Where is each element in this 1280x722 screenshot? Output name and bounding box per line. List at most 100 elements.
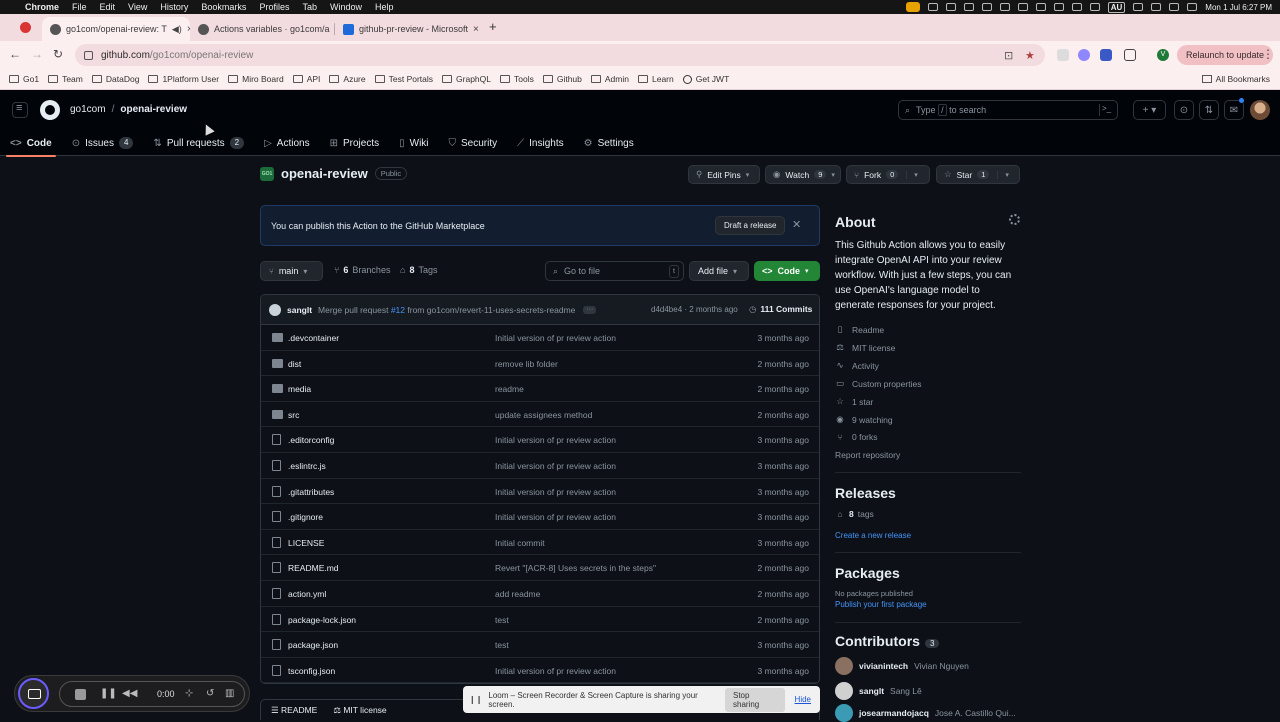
browser-tab[interactable]: github-pr-review - Microsoft × bbox=[335, 17, 485, 41]
reload-icon[interactable]: ↻ bbox=[53, 47, 63, 61]
file-commit-message[interactable]: Initial version of pr review action bbox=[495, 461, 616, 471]
file-name[interactable]: README.md bbox=[288, 563, 339, 573]
report-repository-link[interactable]: Report repository bbox=[835, 450, 900, 460]
org-avatar[interactable]: GO1 bbox=[260, 167, 274, 181]
menu-profiles[interactable]: Profiles bbox=[259, 2, 289, 12]
file-commit-message[interactable]: add readme bbox=[495, 589, 540, 599]
releases-heading[interactable]: Releases bbox=[835, 485, 896, 501]
status-icon[interactable] bbox=[1090, 3, 1100, 11]
stars-link[interactable]: ☆1 star bbox=[835, 396, 873, 407]
table-row[interactable]: .gitignoreInitial version of pr review a… bbox=[261, 504, 819, 530]
back-arrow-icon[interactable]: ← bbox=[9, 47, 21, 61]
bookmark-folder[interactable]: Admin bbox=[591, 74, 629, 84]
tab-issues[interactable]: ⊙Issues4 bbox=[62, 130, 144, 156]
microphone-icon[interactable] bbox=[906, 2, 920, 12]
tags-link[interactable]: ⌂8Tags bbox=[400, 265, 437, 275]
window-close-icon[interactable] bbox=[20, 22, 31, 33]
install-app-icon[interactable]: ⊡ bbox=[1004, 49, 1013, 62]
tab-pull-requests[interactable]: ⇅Pull requests2 bbox=[143, 130, 254, 156]
search-input[interactable]: ⌕ Type / to search >_ bbox=[898, 100, 1118, 120]
bookmark-folder[interactable]: GraphQL bbox=[442, 74, 491, 84]
file-name[interactable]: .editorconfig bbox=[288, 435, 334, 445]
extension-icon[interactable] bbox=[1057, 49, 1069, 61]
status-icon[interactable] bbox=[1054, 3, 1064, 11]
menu-edit[interactable]: Edit bbox=[100, 2, 116, 12]
file-name[interactable]: package.json bbox=[288, 640, 338, 650]
control-center-icon[interactable] bbox=[1169, 3, 1179, 11]
branch-selector[interactable]: ⑂main▾ bbox=[260, 261, 323, 281]
menu-tab[interactable]: Tab bbox=[302, 2, 317, 12]
tab-wiki[interactable]: ▯Wiki bbox=[389, 130, 438, 156]
file-name[interactable]: .eslintrc.js bbox=[288, 461, 326, 471]
table-row[interactable]: .eslintrc.js Initial version of pr review… bbox=[261, 453, 819, 479]
browser-tab[interactable]: Actions variables · go1com/a × bbox=[190, 17, 335, 41]
file-name[interactable]: .gitattributes bbox=[288, 487, 334, 497]
input-source[interactable]: AU bbox=[1108, 2, 1126, 13]
file-commit-message[interactable]: readme bbox=[495, 384, 524, 394]
bookmark-folder[interactable]: Team bbox=[48, 74, 83, 84]
contributor[interactable]: josearmandojacqJose A. Castillo Qui... bbox=[835, 704, 1016, 722]
status-icon[interactable] bbox=[1000, 3, 1010, 11]
edit-pins-button[interactable]: ⚲Edit Pins▾ bbox=[688, 165, 760, 184]
file-commit-message[interactable]: Initial version of pr review action bbox=[495, 512, 616, 522]
table-row[interactable]: action.ymladd readme2 months ago bbox=[261, 581, 819, 607]
go-to-file-input[interactable]: ⌕Go to filet bbox=[545, 261, 684, 281]
packages-heading[interactable]: Packages bbox=[835, 565, 900, 581]
ellipsis-icon[interactable]: ··· bbox=[583, 306, 596, 314]
status-icon[interactable] bbox=[964, 3, 974, 11]
restart-icon[interactable]: ↺ bbox=[206, 688, 214, 699]
table-row[interactable]: distremove lib folder2 months ago bbox=[261, 351, 819, 377]
table-row[interactable]: package.jsontest3 months ago bbox=[261, 632, 819, 658]
readme-link[interactable]: ▯Readme bbox=[835, 324, 884, 335]
repo-name[interactable]: openai-review bbox=[281, 166, 368, 181]
file-commit-message[interactable]: Initial version of pr review action bbox=[495, 333, 616, 343]
battery-icon[interactable] bbox=[1133, 3, 1143, 11]
menu-bookmarks[interactable]: Bookmarks bbox=[201, 2, 246, 12]
commit-author[interactable]: sanglt bbox=[287, 305, 312, 315]
table-row[interactable]: .gitattributesInitial version of pr revi… bbox=[261, 479, 819, 505]
chevron-down-icon[interactable]: ▾ bbox=[997, 171, 1009, 179]
pull-requests-icon[interactable]: ⇅ bbox=[1199, 100, 1219, 120]
drawing-icon[interactable]: ⊹ bbox=[185, 688, 193, 699]
user-avatar[interactable] bbox=[1250, 100, 1270, 120]
file-name[interactable]: package-lock.json bbox=[288, 615, 356, 625]
avatar[interactable] bbox=[269, 304, 281, 316]
table-row[interactable]: README.mdRevert "[ACR-8] Uses secrets in… bbox=[261, 555, 819, 581]
fork-button[interactable]: ⑂Fork0▾ bbox=[846, 165, 930, 184]
bookmark-star-icon[interactable]: ★ bbox=[1025, 49, 1035, 62]
tab-insights[interactable]: ⟋Insights bbox=[507, 130, 573, 156]
code-dropdown-button[interactable]: <>Code▾ bbox=[754, 261, 820, 281]
wifi-icon[interactable] bbox=[1151, 3, 1161, 11]
watch-button[interactable]: ◉Watch9▾ bbox=[765, 165, 841, 184]
contributor[interactable]: sangltSang Lê bbox=[835, 682, 922, 700]
tab-projects[interactable]: ⊞Projects bbox=[320, 130, 390, 156]
site-settings-icon[interactable] bbox=[84, 51, 93, 60]
bookmark-folder[interactable]: 1Platform User bbox=[148, 74, 219, 84]
status-icon[interactable] bbox=[1018, 3, 1028, 11]
commit-meta[interactable]: d4d4be4 · 2 months ago bbox=[651, 305, 738, 314]
star-button[interactable]: ☆Star1▾ bbox=[936, 165, 1020, 184]
menu-file[interactable]: File bbox=[72, 2, 87, 12]
bookmark-folder[interactable]: Miro Board bbox=[228, 74, 284, 84]
menu-app-name[interactable]: Chrome bbox=[25, 2, 59, 12]
bookmark-folder[interactable]: DataDog bbox=[92, 74, 140, 84]
more-icon[interactable]: ⋮ bbox=[1262, 47, 1274, 61]
bookmark-folder[interactable]: Go1 bbox=[9, 74, 39, 84]
status-icon[interactable] bbox=[1072, 3, 1082, 11]
gear-icon[interactable] bbox=[1009, 214, 1020, 225]
branches-link[interactable]: ⑂6Branches bbox=[334, 265, 390, 275]
add-file-button[interactable]: Add file▾ bbox=[689, 261, 749, 281]
bookmark-link[interactable]: Get JWT bbox=[683, 74, 730, 84]
speaker-icon[interactable]: ◀) bbox=[172, 24, 182, 35]
status-icon[interactable] bbox=[928, 3, 938, 11]
status-icon[interactable] bbox=[1036, 3, 1046, 11]
status-icon[interactable] bbox=[946, 3, 956, 11]
activity-link[interactable]: ∿Activity bbox=[835, 360, 879, 371]
bookmark-folder[interactable]: Tools bbox=[500, 74, 534, 84]
menu-window[interactable]: Window bbox=[330, 2, 362, 12]
create-release-link[interactable]: Create a new release bbox=[835, 531, 911, 540]
table-row[interactable]: tsconfig.jsonInitial version of pr revie… bbox=[261, 658, 819, 684]
menu-icon[interactable] bbox=[12, 102, 28, 118]
publish-package-link[interactable]: Publish your first package bbox=[835, 600, 927, 609]
menu-clock[interactable]: Mon 1 Jul 6:27 PM bbox=[1205, 3, 1272, 12]
